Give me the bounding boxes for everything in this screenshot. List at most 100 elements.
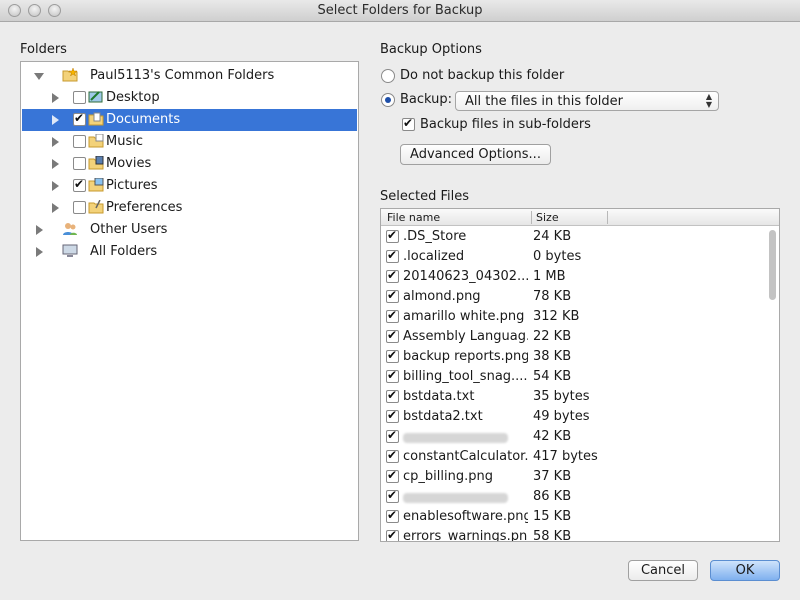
tree-item-music[interactable]: Music <box>22 131 357 153</box>
file-name: almond.png <box>403 289 481 304</box>
users-icon <box>63 223 77 235</box>
table-row[interactable]: 20140623_04302... 1 MB <box>381 267 765 287</box>
no-backup-radio[interactable] <box>381 69 395 83</box>
file-checkbox[interactable] <box>386 268 399 283</box>
desktop-checkbox[interactable] <box>73 91 86 104</box>
tree-item-other-users[interactable]: Other Users <box>22 219 357 241</box>
vertical-scrollbar[interactable] <box>769 230 776 300</box>
tree-item-documents[interactable]: Documents <box>22 109 357 131</box>
file-name: constantCalculator... <box>403 449 528 464</box>
table-row[interactable]: bstdata.txt 35 bytes <box>381 387 765 407</box>
file-name: backup reports.png <box>403 349 528 364</box>
disclosure-collapsed-icon[interactable] <box>52 137 59 147</box>
file-size: 78 KB <box>533 289 572 304</box>
table-row[interactable]: almond.png 78 KB <box>381 287 765 307</box>
file-name-redacted <box>403 493 508 503</box>
file-size: 312 KB <box>533 309 580 324</box>
documents-checkbox[interactable] <box>73 111 86 126</box>
file-checkbox[interactable] <box>386 508 399 523</box>
table-row[interactable]: cp_billing.png 37 KB <box>381 467 765 487</box>
computer-icon <box>62 244 78 257</box>
table-row[interactable]: 86 KB <box>381 487 765 507</box>
table-row[interactable]: 42 KB <box>381 427 765 447</box>
file-checkbox[interactable] <box>386 528 399 541</box>
file-size: 37 KB <box>533 469 572 484</box>
table-row[interactable]: billing_tool_snag.... 54 KB <box>381 367 765 387</box>
tree-item-label: All Folders <box>90 244 158 259</box>
file-checkbox[interactable] <box>386 468 399 483</box>
tree-item-common-folders[interactable]: Paul5113's Common Folders <box>22 65 357 87</box>
file-checkbox[interactable] <box>386 408 399 423</box>
tree-item-label: Desktop <box>106 90 160 105</box>
advanced-options-button[interactable]: Advanced Options... <box>400 144 551 165</box>
title-bar: Select Folders for Backup <box>0 0 800 22</box>
file-checkbox[interactable] <box>386 308 399 323</box>
subfolders-checkbox[interactable] <box>402 116 415 131</box>
pictures-checkbox[interactable] <box>73 177 86 192</box>
table-row[interactable]: constantCalculator... 417 bytes <box>381 447 765 467</box>
file-name-redacted <box>403 433 508 443</box>
tree-item-movies[interactable]: Movies <box>22 153 357 175</box>
disclosure-collapsed-icon[interactable] <box>52 203 59 213</box>
desktop-folder-icon <box>88 91 103 103</box>
table-row[interactable]: .DS_Store 24 KB <box>381 227 765 247</box>
file-size: 417 bytes <box>533 449 598 464</box>
selected-files-table[interactable]: File name Size .DS_Store 24 KB .localized 0… <box>380 208 780 542</box>
backup-radio[interactable] <box>381 93 395 107</box>
file-name: 20140623_04302... <box>403 269 528 284</box>
disclosure-collapsed-icon[interactable] <box>36 225 43 235</box>
tree-item-desktop[interactable]: Desktop <box>22 87 357 109</box>
documents-folder-icon <box>88 112 104 126</box>
table-row[interactable]: errors_warnings.png 58 KB <box>381 527 765 541</box>
backup-mode-select[interactable]: All the files in this folder ▲ ▼ <box>455 91 719 111</box>
disclosure-collapsed-icon[interactable] <box>52 159 59 169</box>
file-checkbox[interactable] <box>386 228 399 243</box>
disclosure-collapsed-icon[interactable] <box>52 93 59 103</box>
file-size: 0 bytes <box>533 249 582 264</box>
folders-label: Folders <box>20 42 67 57</box>
file-checkbox[interactable] <box>386 368 399 383</box>
file-name: amarillo white.png <box>403 309 525 324</box>
file-checkbox[interactable] <box>386 428 399 443</box>
tree-item-preferences[interactable]: Preferences <box>22 197 357 219</box>
movies-checkbox[interactable] <box>73 157 86 170</box>
disclosure-expanded-icon[interactable] <box>34 73 44 80</box>
disclosure-collapsed-icon[interactable] <box>36 247 43 257</box>
column-header-file-name[interactable]: File name <box>387 211 440 224</box>
cancel-button[interactable]: Cancel <box>628 560 698 581</box>
file-checkbox[interactable] <box>386 448 399 463</box>
folder-tree[interactable]: Paul5113's Common Folders Desktop Docume… <box>20 61 359 541</box>
tree-item-pictures[interactable]: Pictures <box>22 175 357 197</box>
tree-item-all-folders[interactable]: All Folders <box>22 241 357 263</box>
column-separator[interactable] <box>607 211 608 224</box>
tree-item-label: Paul5113's Common Folders <box>90 68 275 83</box>
file-checkbox[interactable] <box>386 348 399 363</box>
tree-item-label: Documents <box>106 112 181 127</box>
table-row[interactable]: Assembly Languag... 22 KB <box>381 327 765 347</box>
table-row[interactable]: bstdata2.txt 49 bytes <box>381 407 765 427</box>
table-row[interactable]: backup reports.png 38 KB <box>381 347 765 367</box>
file-checkbox[interactable] <box>386 248 399 263</box>
file-name: .localized <box>403 249 465 264</box>
file-size: 49 bytes <box>533 409 590 424</box>
file-name: Assembly Languag... <box>403 329 528 344</box>
table-row[interactable]: .localized 0 bytes <box>381 247 765 267</box>
preferences-checkbox[interactable] <box>73 201 86 214</box>
tree-item-label: Music <box>106 134 143 149</box>
disclosure-collapsed-icon[interactable] <box>52 115 59 125</box>
file-size: 35 bytes <box>533 389 590 404</box>
file-checkbox[interactable] <box>386 388 399 403</box>
column-separator[interactable] <box>531 211 532 224</box>
disclosure-collapsed-icon[interactable] <box>52 181 59 191</box>
file-size: 38 KB <box>533 349 572 364</box>
music-checkbox[interactable] <box>73 135 86 148</box>
table-row[interactable]: amarillo white.png 312 KB <box>381 307 765 327</box>
ok-button[interactable]: OK <box>710 560 780 581</box>
file-checkbox[interactable] <box>386 288 399 303</box>
column-header-size[interactable]: Size <box>536 211 559 224</box>
file-checkbox[interactable] <box>386 488 399 503</box>
file-checkbox[interactable] <box>386 328 399 343</box>
star-folder-icon <box>62 68 78 82</box>
table-row[interactable]: enablesoftware.png 15 KB <box>381 507 765 527</box>
file-size: 22 KB <box>533 329 572 344</box>
